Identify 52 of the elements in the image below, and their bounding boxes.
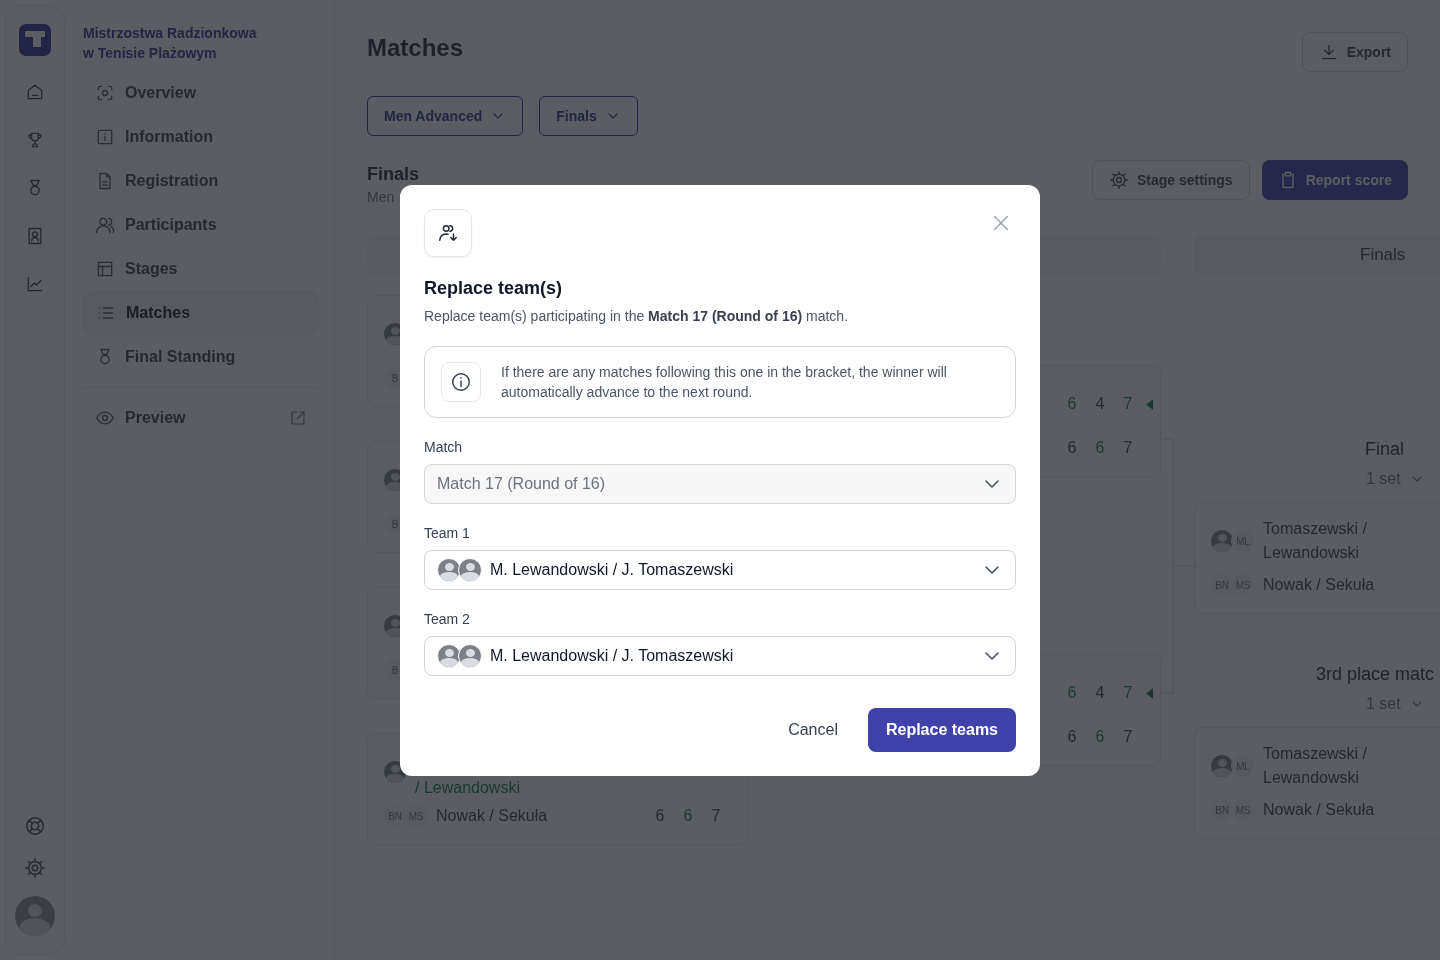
- replace-teams-button[interactable]: Replace teams: [867, 707, 1016, 752]
- team-select[interactable]: M. Lewandowski / J. Tomaszewski: [424, 635, 1016, 676]
- nav-item[interactable]: Information: [83, 115, 319, 159]
- set-score: 7: [1122, 684, 1134, 702]
- chevron-down-icon: [985, 565, 999, 574]
- cancel-button[interactable]: Cancel: [770, 707, 856, 752]
- set-score: 6: [654, 807, 666, 825]
- nav-item[interactable]: Overview: [83, 71, 319, 115]
- preview-link[interactable]: Preview: [83, 396, 319, 440]
- field-label: Team 2: [424, 609, 471, 628]
- field-label: Team 1: [424, 523, 471, 542]
- chevron-down-icon: [985, 651, 999, 660]
- set-score: 7: [710, 807, 722, 825]
- set-score: 6: [1066, 395, 1078, 413]
- team-name: Nowak / Sekuła: [1263, 800, 1375, 820]
- nav-item[interactable]: Stages: [83, 247, 319, 291]
- tournament-title[interactable]: Mistrzostwa Radzionkowa w Tenisie Plażowym: [83, 23, 264, 63]
- set-score: 6: [682, 807, 694, 825]
- set-score: 6: [1094, 439, 1106, 457]
- team-select[interactable]: M. Lewandowski / J. Tomaszewski: [424, 549, 1016, 590]
- dialog-title: Replace team(s): [424, 276, 564, 300]
- nav-item[interactable]: Final Standing: [83, 335, 319, 379]
- set-score: 6: [1066, 439, 1078, 457]
- match-title: 3rd place matc: [1315, 663, 1436, 685]
- set-score: 7: [1122, 395, 1134, 413]
- set-score: 6: [1094, 728, 1106, 746]
- info-icon: [441, 361, 481, 402]
- notice-text: If there are any matches following this one in the bracket, the winner will automatically advance to the next round.: [501, 362, 948, 402]
- player-avatar: [437, 643, 461, 668]
- set-score: 7: [1122, 439, 1134, 457]
- set-score: 4: [1094, 395, 1106, 413]
- stage-title: Finals: [367, 163, 419, 186]
- field-label: Match: [424, 437, 464, 456]
- player-avatar: [458, 643, 482, 668]
- player-avatar: [437, 557, 461, 582]
- team-name: Tomaszewski / Lewandowski: [1263, 519, 1369, 563]
- team-name: / Lewandowski: [415, 778, 520, 798]
- match-title: Final: [1364, 438, 1405, 460]
- team-name: Tomaszewski / Lewandowski: [1263, 744, 1369, 788]
- set-score: 6: [1066, 684, 1078, 702]
- chevron-down-icon: [985, 479, 999, 488]
- player-avatar: [458, 557, 482, 582]
- set-score: 6: [1066, 728, 1078, 746]
- set-score: 4: [1094, 684, 1106, 702]
- set-score: 7: [1122, 728, 1134, 746]
- user-swap-icon: [424, 208, 472, 257]
- nav-item[interactable]: Registration: [83, 159, 319, 203]
- team-name: Nowak / Sekuła: [1263, 575, 1375, 595]
- nav-item[interactable]: Participants: [83, 203, 319, 247]
- team-name: Nowak / Sekuła: [436, 806, 548, 826]
- page-title: Matches: [367, 34, 464, 62]
- dialog-description: Replace team(s) participating in the Match 17 (Round of 16) match.: [424, 306, 850, 326]
